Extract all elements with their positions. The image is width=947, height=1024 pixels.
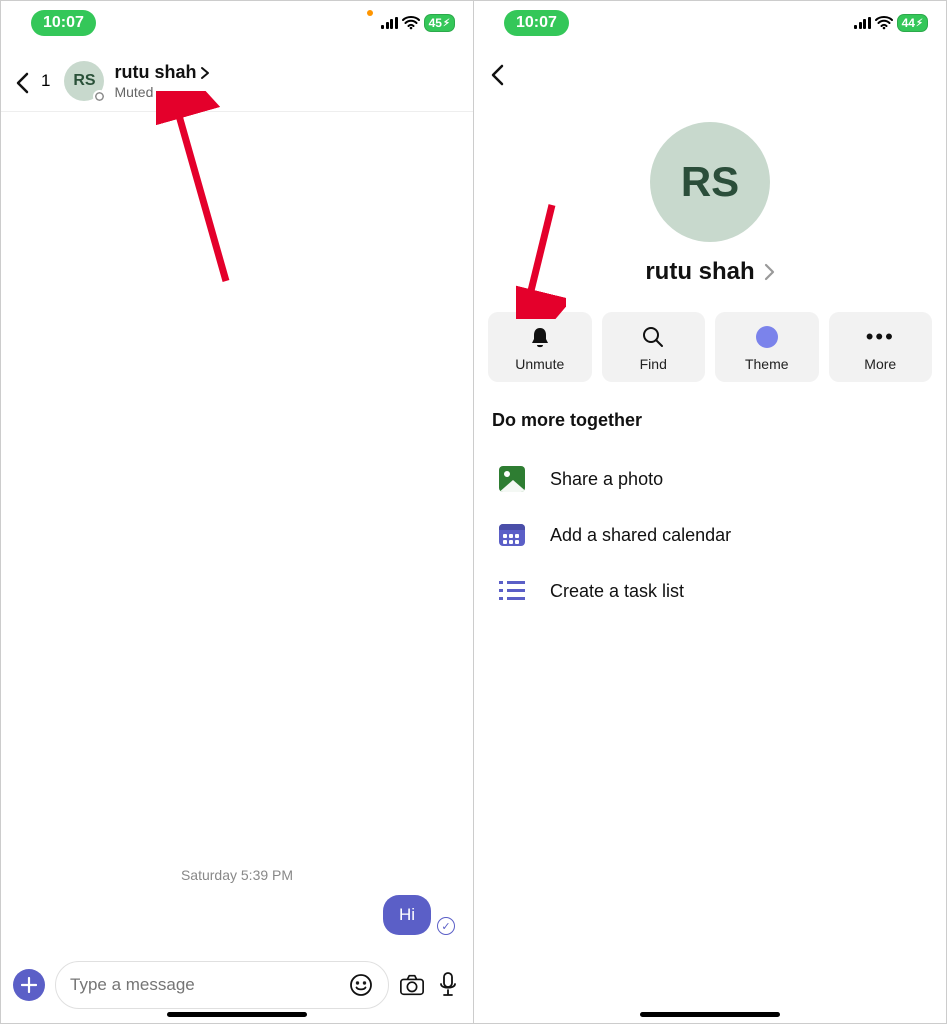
contact-name: rutu shah	[114, 62, 196, 83]
message-input-container	[55, 961, 389, 1009]
status-time: 10:07	[504, 10, 569, 36]
wifi-icon	[875, 16, 893, 30]
task-list-icon	[498, 577, 526, 605]
cellular-signal-icon	[381, 17, 398, 29]
status-bar: 10:07 44⚡︎	[474, 1, 946, 45]
back-button[interactable]	[13, 71, 33, 91]
message-input[interactable]	[70, 975, 338, 995]
unmute-button[interactable]: Unmute	[488, 312, 592, 382]
message-timestamp: Saturday 5:39 PM	[19, 867, 455, 883]
search-icon	[641, 324, 665, 350]
theme-button[interactable]: Theme	[715, 312, 819, 382]
profile-name-button[interactable]: rutu shah	[474, 258, 946, 286]
chat-header: 1 RS rutu shah Muted	[1, 45, 473, 112]
back-button[interactable]	[474, 45, 946, 92]
home-indicator[interactable]	[640, 1012, 780, 1017]
share-photo-option[interactable]: Share a photo	[474, 451, 946, 507]
status-time: 10:07	[31, 10, 96, 36]
sent-message[interactable]: Hi	[383, 895, 431, 935]
find-button[interactable]: Find	[602, 312, 706, 382]
battery-indicator: 44⚡︎	[897, 14, 928, 32]
more-button[interactable]: ••• More	[829, 312, 933, 382]
profile-screen: 10:07 44⚡︎ RS rutu shah Unmute	[474, 1, 946, 1023]
create-task-list-option[interactable]: Create a task list	[474, 563, 946, 619]
add-calendar-option[interactable]: Add a shared calendar	[474, 507, 946, 563]
profile-name: rutu shah	[645, 258, 754, 286]
muted-status-label: Muted	[114, 84, 210, 100]
action-row: Unmute Find Theme ••• More	[474, 312, 946, 382]
camera-button[interactable]	[399, 972, 425, 998]
contact-avatar[interactable]: RS	[64, 61, 104, 101]
contact-title-button[interactable]: rutu shah Muted	[114, 62, 210, 100]
presence-offline-icon	[93, 90, 106, 103]
chevron-right-icon	[763, 263, 775, 281]
calendar-icon	[498, 521, 526, 549]
microphone-button[interactable]	[435, 972, 461, 998]
chat-screen: 10:07 45⚡︎ 1 RS rutu shah Muted	[1, 1, 473, 1023]
photo-icon	[498, 465, 526, 493]
theme-swatch-icon	[756, 324, 778, 350]
chat-body[interactable]: Saturday 5:39 PM Hi ✓	[1, 112, 473, 953]
wifi-icon	[402, 16, 420, 30]
emoji-button[interactable]	[348, 972, 374, 998]
chevron-right-icon	[200, 66, 210, 80]
seen-indicator-icon: ✓	[437, 917, 455, 935]
battery-indicator: 45⚡︎	[424, 14, 455, 32]
do-more-section-title: Do more together	[474, 410, 946, 431]
home-indicator[interactable]	[167, 1012, 307, 1017]
cellular-signal-icon	[854, 17, 871, 29]
message-row: Hi ✓	[19, 895, 455, 935]
profile-avatar[interactable]: RS	[650, 122, 770, 242]
add-attachment-button[interactable]	[13, 969, 45, 1001]
more-dots-icon: •••	[866, 324, 895, 350]
unread-count: 1	[41, 71, 50, 91]
status-bar: 10:07 45⚡︎	[1, 1, 473, 45]
recording-indicator-icon	[367, 10, 373, 16]
bell-icon	[528, 324, 552, 350]
